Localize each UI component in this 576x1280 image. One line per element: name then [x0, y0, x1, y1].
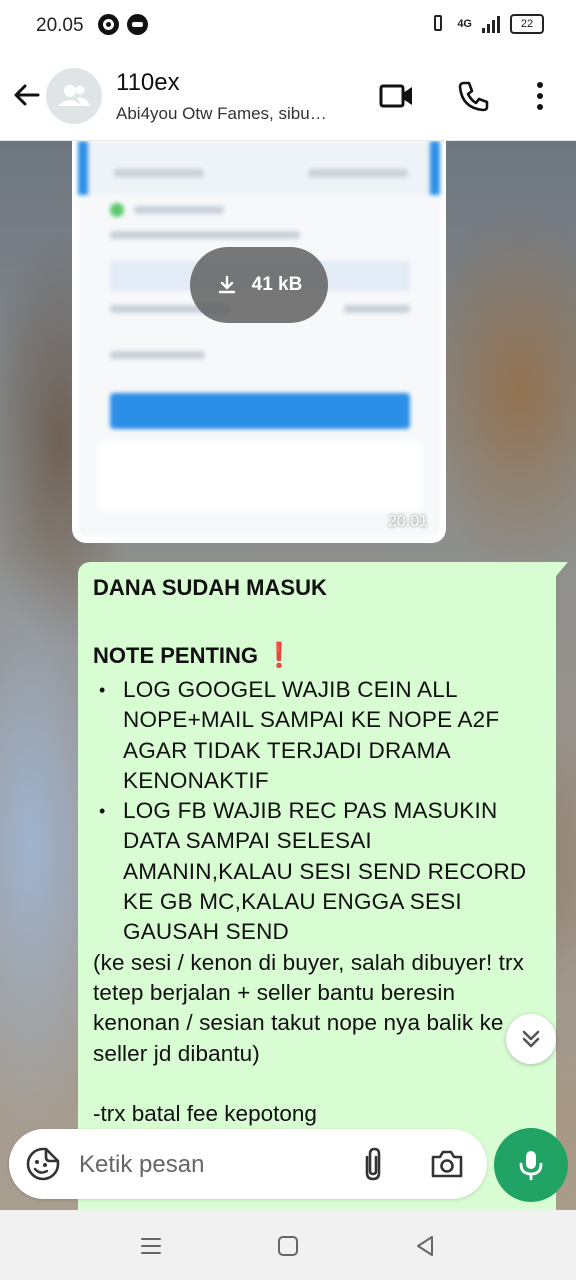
double-chevron-down-icon [522, 1030, 540, 1048]
vibrate-icon [429, 14, 447, 34]
status-bar: 20.05 4G 22 [0, 0, 576, 52]
chat-title[interactable]: 110ex [116, 69, 180, 97]
note-title: NOTE PENTING ❗ [93, 642, 295, 669]
download-button[interactable]: 41 kB [190, 247, 328, 323]
phone-icon[interactable] [454, 76, 494, 116]
back-nav-icon[interactable] [411, 1232, 439, 1260]
image-timestamp: 20.01 [387, 513, 428, 530]
paperclip-icon[interactable] [355, 1145, 391, 1183]
download-size: 41 kB [251, 274, 303, 295]
chat-area[interactable]: 41 kB 20.01 DANA SUDAH MASUK NOTE PENTIN… [0, 141, 576, 1210]
menu-nav-icon[interactable] [137, 1232, 165, 1260]
mic-icon [519, 1151, 543, 1181]
network-type: 4G [457, 18, 472, 30]
group-avatar-icon [58, 85, 90, 106]
sticker-emoji-icon[interactable] [25, 1146, 61, 1182]
message-composer [9, 1129, 487, 1199]
signal-icon [482, 15, 500, 33]
message-input[interactable] [77, 1149, 341, 1181]
camera-icon[interactable] [429, 1147, 465, 1181]
video-call-icon[interactable] [376, 76, 416, 116]
message-paragraph: (ke sesi / kenon di buyer, salah dibuyer… [93, 949, 524, 1066]
whatsapp-icon [98, 14, 119, 35]
message-tail: -trx batal fee kepotong [93, 1100, 317, 1126]
list-item: LOG FB WAJIB REC PAS MASUKIN DATA SAMPAI… [99, 796, 542, 947]
back-arrow-icon[interactable] [10, 78, 44, 112]
chat-header: 110ex Abi4you Otw Fames, sibu… [0, 52, 576, 141]
group-avatar[interactable] [46, 68, 102, 124]
notification-icon [127, 14, 148, 35]
note-list: LOG GOOGEL WAJIB CEIN ALL NOPE+MAIL SAMP… [93, 675, 542, 948]
status-time: 20.05 [36, 15, 84, 36]
message-heading: DANA SUDAH MASUK [93, 575, 327, 600]
battery-icon: 22 [510, 14, 544, 34]
download-icon [218, 275, 235, 294]
text-message[interactable]: DANA SUDAH MASUK NOTE PENTING ❗ LOG GOOG… [78, 562, 568, 1210]
more-vertical-icon[interactable] [520, 76, 560, 116]
chat-subtitle[interactable]: Abi4you Otw Fames, sibu… [116, 104, 327, 124]
scroll-down-button[interactable] [506, 1014, 556, 1064]
home-nav-icon[interactable] [274, 1232, 302, 1260]
exclamation-icon: ❗ [264, 642, 295, 669]
image-message[interactable]: 41 kB 20.01 [72, 141, 446, 543]
mic-button[interactable] [494, 1128, 568, 1202]
system-nav-bar [0, 1210, 576, 1280]
list-item: LOG GOOGEL WAJIB CEIN ALL NOPE+MAIL SAMP… [99, 675, 542, 796]
blurred-image-preview [78, 141, 440, 537]
